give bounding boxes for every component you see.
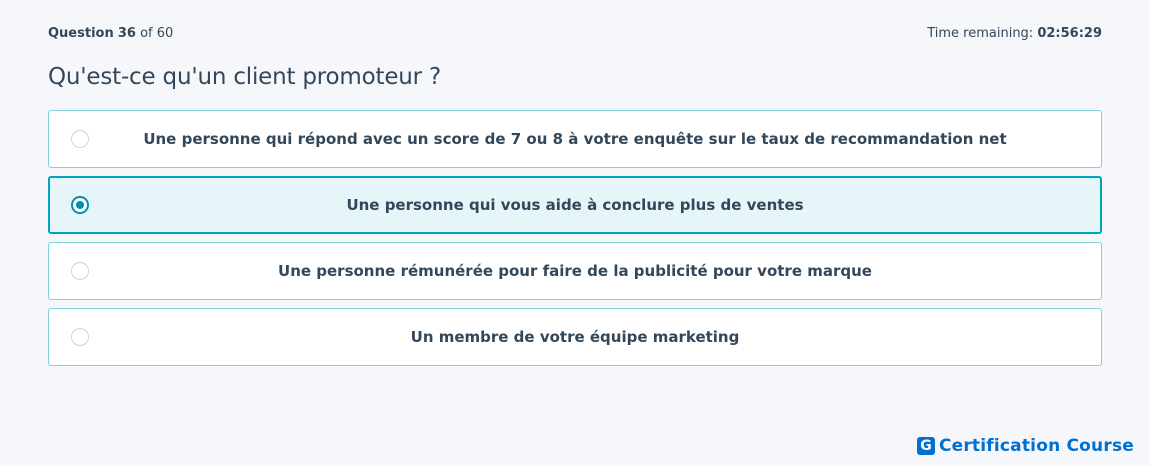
brand-name: Certification Course xyxy=(938,436,1134,456)
radio-button-icon[interactable] xyxy=(71,130,89,148)
time-remaining: Time remaining: 02:56:29 xyxy=(927,26,1102,41)
radio-button-icon[interactable] xyxy=(71,328,89,346)
brand-g-icon: G xyxy=(916,437,935,455)
answer-option-label: Une personne qui répond avec un score de… xyxy=(143,130,1007,148)
answer-option-label: Un membre de votre équipe marketing xyxy=(410,328,740,346)
radio-button-selected-icon[interactable] xyxy=(71,196,89,214)
radio-button-icon[interactable] xyxy=(71,262,89,280)
question-label: Question xyxy=(48,25,114,41)
answer-option-1[interactable]: Une personne qui répond avec un score de… xyxy=(48,110,1102,168)
question-counter: Question 36 of 60 xyxy=(48,26,173,41)
brand-logo: G Certification Course xyxy=(916,436,1134,456)
answer-option-label: Une personne qui vous aide à conclure pl… xyxy=(346,196,804,214)
quiz-header: Question 36 of 60 Time remaining: 02:56:… xyxy=(48,24,1102,42)
answer-option-label: Une personne rémunérée pour faire de la … xyxy=(278,262,872,280)
question-number: 36 xyxy=(117,25,136,41)
answer-option-3[interactable]: Une personne rémunérée pour faire de la … xyxy=(48,242,1102,300)
question-total: of 60 xyxy=(140,25,174,41)
answer-option-4[interactable]: Un membre de votre équipe marketing xyxy=(48,308,1102,366)
question-text: Qu'est-ce qu'un client promoteur ? xyxy=(48,64,442,90)
answer-options: Une personne qui répond avec un score de… xyxy=(48,110,1102,374)
answer-option-2[interactable]: Une personne qui vous aide à conclure pl… xyxy=(48,176,1102,234)
timer-value: 02:56:29 xyxy=(1037,25,1102,41)
timer-label: Time remaining: xyxy=(927,25,1034,41)
